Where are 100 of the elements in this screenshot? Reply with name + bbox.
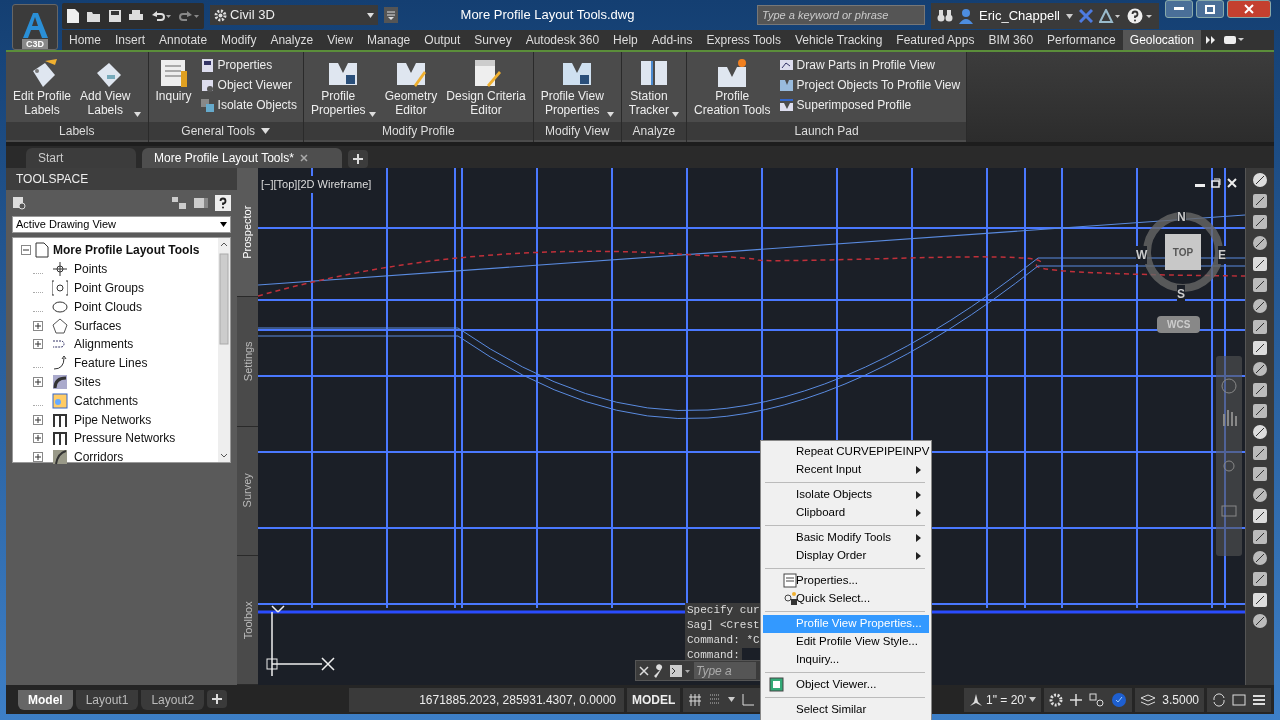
ribbon-button[interactable]: Inquiry	[152, 55, 195, 105]
maximize-button[interactable]	[1196, 0, 1224, 18]
ribbon-tab[interactable]: Annotate	[152, 30, 215, 50]
ribbon-tab[interactable]: Help	[606, 30, 645, 50]
ribbon-tab[interactable]: Insert	[108, 30, 153, 50]
tree-item[interactable]: Points	[13, 259, 218, 279]
ribbon-tab[interactable]: View	[320, 30, 360, 50]
command-prompt-icon[interactable]	[669, 663, 691, 678]
sync-icon[interactable]	[1212, 692, 1226, 707]
ribbon-button[interactable]: Profile Properties	[307, 55, 379, 119]
redo-icon[interactable]	[178, 9, 200, 23]
gear-icon[interactable]	[1049, 692, 1064, 707]
ribbon-tab[interactable]: Featured Apps	[889, 30, 982, 50]
ribbon-button[interactable]: Profile Creation Tools	[691, 55, 774, 119]
expand-icon[interactable]	[33, 376, 43, 387]
new-layout-icon[interactable]	[207, 689, 228, 708]
ribbon-button[interactable]: Draw Parts in Profile View	[776, 55, 963, 75]
ribbon-button[interactable]: Properties	[197, 55, 299, 75]
triangle-network-icon[interactable]	[1099, 9, 1121, 23]
layout-tab[interactable]: Layout2	[141, 689, 205, 710]
ribbon-button[interactable]: Object Viewer	[197, 75, 299, 95]
minimize-button[interactable]	[1165, 0, 1193, 18]
customize-menu-icon[interactable]	[384, 7, 398, 23]
workspace-dropdown[interactable]: Civil 3D	[210, 5, 378, 25]
context-menu-item[interactable]: Select Similar	[763, 701, 929, 719]
hardware-acceleration-icon[interactable]	[1111, 691, 1128, 708]
view-dropdown[interactable]: Active Drawing View	[12, 216, 231, 233]
expand-icon[interactable]	[33, 339, 43, 350]
list-view-icon[interactable]	[193, 196, 209, 210]
isolate-shapes-icon[interactable]	[1089, 692, 1106, 707]
tree-item[interactable]: Surfaces	[13, 316, 218, 335]
tree-item[interactable]: Corridors	[13, 447, 218, 467]
context-menu-item[interactable]: Display Order	[763, 547, 929, 565]
plus-icon[interactable]	[1069, 692, 1084, 707]
tree-item[interactable]: Pipe Networks	[13, 410, 218, 429]
context-menu-item[interactable]: Recent Input	[763, 461, 929, 479]
tree-item[interactable]: More Profile Layout Tools	[13, 241, 218, 260]
tree-item[interactable]: Catchments	[13, 391, 218, 411]
ribbon-tab[interactable]: Manage	[359, 30, 418, 50]
ribbon-tab[interactable]: Home	[62, 30, 108, 50]
context-menu-item[interactable]: Edit Profile View Style...	[763, 633, 929, 651]
binoculars-icon[interactable]	[937, 9, 954, 23]
panel-expand-icon[interactable]	[261, 128, 271, 134]
tree-item[interactable]: Point Clouds	[13, 297, 218, 317]
context-menu-item[interactable]: Isolate Objects	[763, 486, 929, 504]
ribbon-button[interactable]: Design Criteria Editor	[443, 55, 529, 119]
ribbon-button[interactable]: Profile View Properties	[537, 55, 617, 119]
ribbon-tab[interactable]: Output	[417, 30, 468, 50]
ribbon-tab[interactable]: Geolocation	[1122, 30, 1201, 50]
item-view-icon[interactable]	[171, 196, 187, 210]
restore-icon[interactable]	[1211, 178, 1221, 188]
layout-tab[interactable]: Model	[18, 689, 73, 710]
help-icon[interactable]	[1127, 8, 1153, 24]
context-menu-item[interactable]: Basic Modify Tools	[763, 529, 929, 547]
navigation-bar[interactable]	[1216, 356, 1242, 556]
expand-icon[interactable]	[33, 433, 43, 444]
fullscreen-icon[interactable]	[1232, 692, 1246, 707]
ribbon-button[interactable]: Geometry Editor	[381, 55, 441, 119]
ribbon-tab[interactable]: BIM 360	[981, 30, 1041, 50]
expand-icon[interactable]	[33, 320, 43, 331]
scrollbar[interactable]	[218, 238, 230, 462]
ribbon-button[interactable]: Edit Profile Labels	[10, 55, 75, 119]
document-tab[interactable]: More Profile Layout Tools*	[142, 148, 342, 168]
tree-item[interactable]: Feature Lines	[13, 353, 218, 373]
compass-label[interactable]: E	[1218, 246, 1226, 264]
ribbon-tab[interactable]: Modify	[214, 30, 264, 50]
ribbon-display-icon[interactable]	[1222, 35, 1245, 45]
compass-label[interactable]: S	[1177, 285, 1185, 303]
application-menu-button[interactable]: C3D	[12, 4, 58, 50]
open-folder-icon[interactable]	[86, 9, 102, 23]
ribbon-tab[interactable]: Autodesk 360	[518, 30, 607, 50]
side-tab[interactable]: Toolbox	[237, 555, 258, 685]
side-tab[interactable]: Survey	[237, 426, 258, 556]
undo-icon[interactable]	[150, 9, 172, 23]
ribbon-button[interactable]: Add View Labels	[77, 55, 144, 119]
ribbon-button[interactable]: Superimposed Profile	[776, 95, 963, 115]
document-tab[interactable]: Start	[26, 148, 136, 168]
viewcube-face[interactable]: TOP	[1165, 234, 1201, 270]
exchange-icon[interactable]	[1079, 9, 1093, 23]
drawing-search-icon[interactable]	[12, 196, 26, 210]
more-tabs-icon[interactable]	[1204, 35, 1217, 45]
ribbon-tab[interactable]: Performance	[1040, 30, 1123, 50]
search-field[interactable]: Type a keyword or phrase	[757, 5, 926, 25]
menu-icon[interactable]	[1252, 692, 1266, 707]
elevation-value-button[interactable]: 3.5000	[1135, 687, 1204, 712]
new-file-icon[interactable]	[66, 8, 80, 24]
context-menu-item[interactable]: Clipboard	[763, 504, 929, 522]
collapse-icon[interactable]	[21, 245, 31, 256]
context-menu-item[interactable]: Inquiry...	[763, 651, 929, 669]
ribbon-tab[interactable]: Survey	[467, 30, 519, 50]
ribbon-tab[interactable]: Vehicle Tracking	[787, 30, 890, 50]
ribbon-button[interactable]: Isolate Objects	[197, 95, 299, 115]
side-tab[interactable]: Prospector	[237, 168, 258, 298]
ribbon-button[interactable]: Station Tracker	[625, 55, 683, 119]
viewport-controls-label[interactable]: [−][Top][2D Wireframe]	[261, 176, 372, 193]
ribbon-button[interactable]: Project Objects To Profile View	[776, 75, 963, 95]
print-icon[interactable]	[128, 9, 144, 23]
grid-icon[interactable]	[688, 692, 703, 707]
model-space-button[interactable]: MODEL	[627, 687, 681, 712]
ribbon-tab[interactable]: Analyze	[263, 30, 321, 50]
